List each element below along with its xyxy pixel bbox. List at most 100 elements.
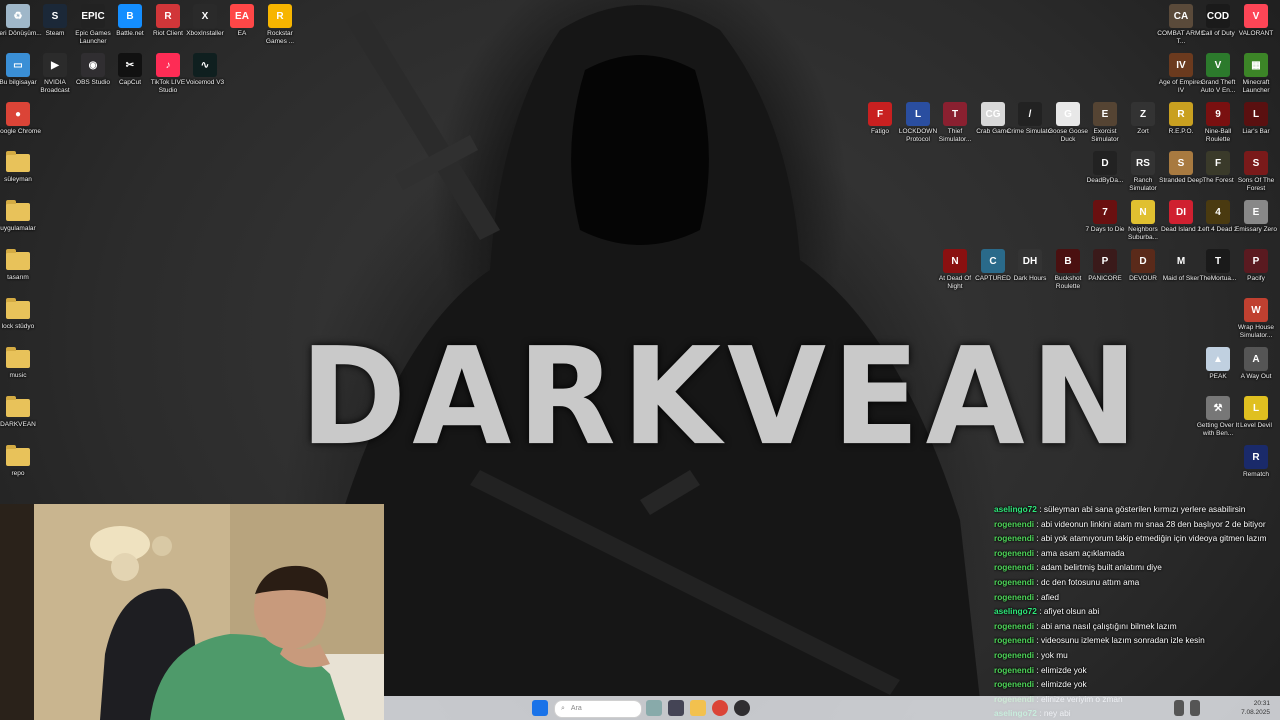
game-icon: N [943, 249, 967, 273]
desktop-shortcut[interactable]: A A Way Out [1232, 347, 1280, 381]
wallpaper-title: DARKVEAN [300, 319, 1144, 476]
desktop-shortcut[interactable]: V VALORANT [1232, 4, 1280, 38]
chat-username: rogenendi [994, 635, 1035, 646]
this-pc-icon: ▭ [6, 53, 30, 77]
taskbar-clock[interactable]: 20:31 7.08.2025 [1241, 699, 1270, 717]
obs-taskbar-icon[interactable] [734, 700, 750, 716]
chat-text: ama asam açıklamada [1041, 547, 1125, 558]
age-of-empires-icon: IV [1169, 53, 1193, 77]
chat-text: afied [1041, 591, 1060, 602]
ea-icon: EA [230, 4, 254, 28]
desktop-shortcut[interactable]: P Pacify [1232, 249, 1280, 283]
chat-separator: : [1034, 649, 1042, 660]
volume-icon[interactable] [1190, 700, 1200, 716]
chat-separator: : [1034, 679, 1042, 690]
chat-username: rogenendi [994, 576, 1035, 587]
game-icon: N [1131, 200, 1155, 224]
tiktok-icon: ♪ [156, 53, 180, 77]
game-icon: A [1244, 347, 1268, 371]
folder-icon [6, 151, 30, 172]
shortcut-label: DARKVEAN [0, 421, 36, 428]
chat-message: rogenendi : adam belirtmiş built anlatım… [994, 560, 1280, 575]
desktop-shortcut[interactable]: L Level Devil [1232, 396, 1280, 430]
desktop-shortcut[interactable]: ∿ Voicemod V3 [181, 53, 229, 87]
chat-username: rogenendi [994, 664, 1035, 675]
chat-username: rogenendi [994, 679, 1035, 690]
game-icon: CG [981, 102, 1005, 126]
desktop-shortcut[interactable]: uygulamalar [0, 200, 42, 233]
desktop-shortcut[interactable]: DARKVEAN [0, 396, 42, 429]
valorant-icon: V [1244, 4, 1268, 28]
desktop-shortcut[interactable]: L Liar's Bar [1232, 102, 1280, 136]
taskbar: ⌕ Ara 20:31 7.08.2025 [384, 696, 1280, 720]
chat-message: aselingo72 : afiyet olsun abi [994, 604, 1280, 619]
game-icon: 7 [1093, 200, 1117, 224]
call-of-duty-icon: COD [1206, 4, 1230, 28]
desktop-shortcut[interactable]: W Wrap House Simulator... [1232, 298, 1280, 339]
shortcut-label: Voicemod V3 [185, 79, 225, 86]
folder-icon [6, 396, 30, 417]
chat-message: rogenendi : abi yok atamıyorum takip etm… [994, 531, 1280, 546]
chat-text: abi ama nasıl çalıştığını bilmek lazım [1041, 620, 1177, 631]
chat-text: afiyet olsun abi [1043, 606, 1100, 617]
combat-arms-icon: CA [1169, 4, 1193, 28]
desktop-shortcut[interactable]: süleyman [0, 151, 42, 184]
game-icon: L [1244, 102, 1268, 126]
desktop-shortcut[interactable]: music [0, 347, 42, 380]
game-icon: L [906, 102, 930, 126]
chat-username: rogenendi [994, 649, 1035, 660]
game-icon: R [1169, 102, 1193, 126]
chat-separator: : [1036, 606, 1044, 617]
shortcut-label: Rockstar Games ... [265, 30, 295, 45]
desktop-shortcut[interactable]: ● Google Chrome [0, 102, 42, 136]
taskbar-widget-icon[interactable] [646, 700, 662, 716]
game-icon: 4 [1206, 200, 1230, 224]
folder-icon [6, 249, 30, 270]
desktop-shortcut[interactable]: ▦ Minecraft Launcher [1232, 53, 1280, 94]
game-icon: ▲ [1206, 347, 1230, 371]
chat-message: rogenendi : abi videonun linkini atam mı… [994, 517, 1280, 532]
game-icon: P [1093, 249, 1117, 273]
folder-icon [6, 445, 30, 466]
game-icon: C [981, 249, 1005, 273]
game-icon: RS [1131, 151, 1155, 175]
desktop-shortcut[interactable]: repo [0, 445, 42, 478]
game-icon: L [1244, 396, 1268, 420]
file-explorer-icon[interactable] [690, 700, 706, 716]
xbox-icon: X [193, 4, 217, 28]
desktop-shortcut[interactable]: R Rematch [1232, 445, 1280, 479]
game-icon: R [1244, 445, 1268, 469]
chat-text: yok mu [1041, 649, 1068, 660]
nvidia-broadcast-icon: ▶ [43, 53, 67, 77]
desktop-shortcut[interactable]: lock stüdyo [0, 298, 42, 331]
game-icon: B [1056, 249, 1080, 273]
desktop-shortcut[interactable]: R Rockstar Games ... [256, 4, 304, 45]
chat-separator: : [1034, 562, 1042, 573]
obs-icon: ◉ [81, 53, 105, 77]
desktop-shortcut[interactable]: tasarım [0, 249, 42, 282]
chat-username: rogenendi [994, 518, 1035, 529]
chat-message: rogenendi : videosunu izlemek lazım sonr… [994, 633, 1280, 648]
rockstar-icon: R [268, 4, 292, 28]
desktop-shortcut[interactable]: S Sons Of The Forest [1232, 151, 1280, 192]
game-icon: Z [1131, 102, 1155, 126]
battlenet-icon: B [118, 4, 142, 28]
game-icon: DH [1018, 249, 1042, 273]
chat-text: abi yok atamıyorum takip etmediğin için … [1041, 533, 1267, 544]
network-icon[interactable] [1174, 700, 1184, 716]
desktop-shortcut[interactable]: E Emissary Zero [1232, 200, 1280, 234]
shortcut-label: music [9, 372, 27, 379]
shortcut-label: Liar's Bar [1242, 128, 1270, 135]
chat-message: rogenendi : yok mu [994, 648, 1280, 663]
chat-message: rogenendi : afied [994, 590, 1280, 605]
chat-username: aselingo72 [994, 606, 1037, 617]
chrome-taskbar-icon[interactable] [712, 700, 728, 716]
tray-chevron-icon[interactable] [1144, 700, 1154, 716]
start-button[interactable] [532, 700, 548, 716]
taskbar-search[interactable]: ⌕ Ara [554, 700, 642, 718]
chat-separator: : [1034, 620, 1042, 631]
shortcut-label: Emissary Zero [1235, 226, 1277, 233]
task-view-icon[interactable] [668, 700, 684, 716]
shortcut-label: Pacify [1247, 275, 1265, 282]
webcam-overlay [0, 504, 384, 720]
